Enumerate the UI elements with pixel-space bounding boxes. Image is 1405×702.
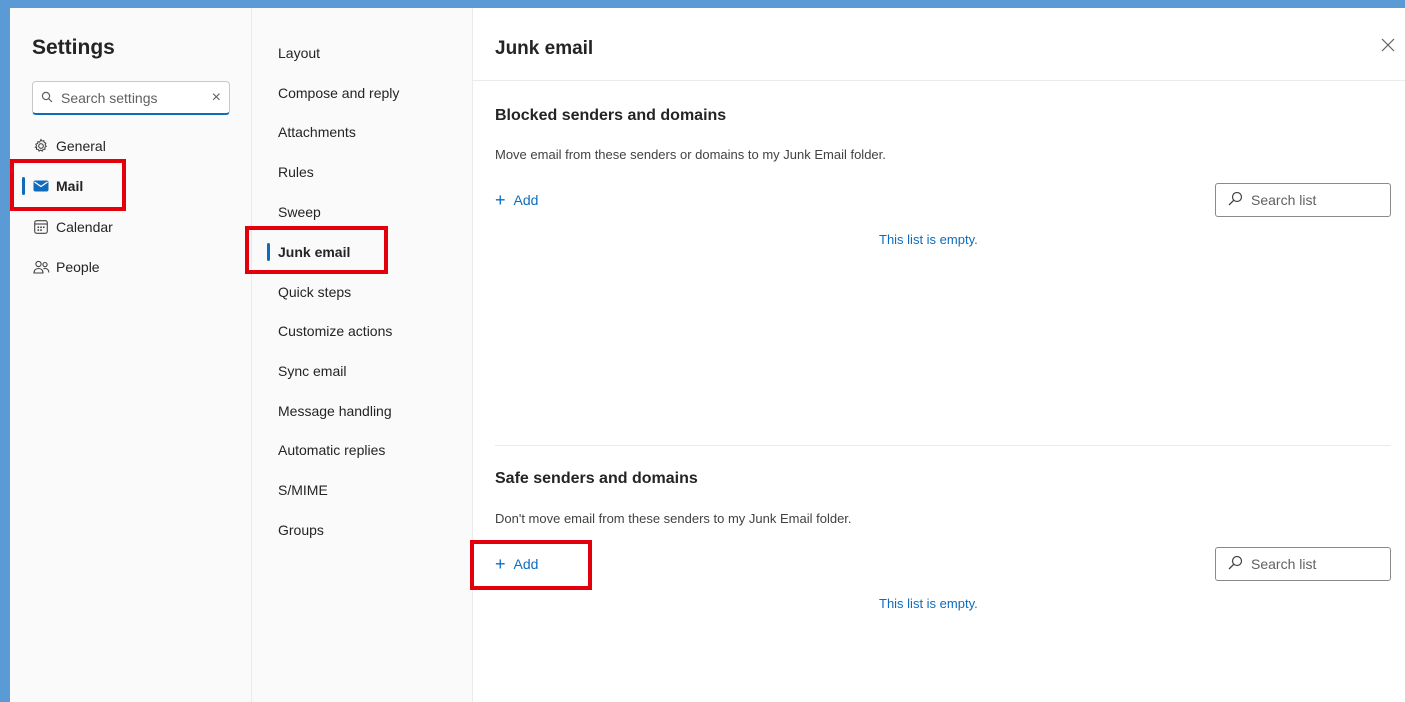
- add-blocked-sender-button[interactable]: + Add: [495, 191, 538, 209]
- add-label: Add: [513, 556, 539, 572]
- submenu-attachments[interactable]: Attachments: [278, 120, 356, 144]
- nav-item-label: People: [56, 259, 100, 275]
- submenu-layout[interactable]: Layout: [278, 41, 320, 65]
- nav-item-people[interactable]: People: [32, 251, 232, 283]
- nav-item-general[interactable]: General: [32, 130, 232, 162]
- search-settings-input[interactable]: [61, 89, 212, 106]
- submenu-sync-email[interactable]: Sync email: [278, 359, 346, 383]
- submenu-compose-and-reply[interactable]: Compose and reply: [278, 81, 399, 105]
- submenu-groups[interactable]: Groups: [278, 518, 324, 542]
- plus-icon: +: [495, 190, 506, 210]
- nav-item-label: Mail: [56, 178, 84, 194]
- page-title: Junk email: [495, 38, 594, 59]
- submenu-junk-email[interactable]: Junk email: [267, 240, 351, 264]
- safe-senders-description: Don't move email from these senders to m…: [495, 511, 852, 526]
- submenu-sweep[interactable]: Sweep: [278, 200, 321, 224]
- clear-search-icon[interactable]: ×: [212, 89, 221, 106]
- submenu-rules[interactable]: Rules: [278, 160, 314, 184]
- safe-empty-message: This list is empty.: [879, 596, 978, 611]
- close-icon[interactable]: [1381, 34, 1395, 56]
- header-divider: [473, 80, 1405, 81]
- nav-item-calendar[interactable]: Calendar: [32, 211, 232, 243]
- mail-settings-submenu: Layout Compose and reply Attachments Rul…: [252, 8, 473, 702]
- blocked-senders-description: Move email from these senders or domains…: [495, 147, 886, 162]
- submenu-message-handling[interactable]: Message handling: [278, 399, 392, 423]
- safe-search-list-input[interactable]: [1251, 556, 1381, 572]
- submenu-smime[interactable]: S/MIME: [278, 478, 328, 502]
- submenu-automatic-replies[interactable]: Automatic replies: [278, 438, 385, 462]
- settings-title: Settings: [32, 36, 115, 59]
- settings-dialog: Settings × General Mail Calenda: [10, 8, 1405, 702]
- search-icon: [41, 91, 55, 105]
- people-icon: [32, 258, 50, 276]
- add-label: Add: [513, 192, 539, 208]
- blocked-senders-title: Blocked senders and domains: [495, 107, 727, 124]
- gear-icon: [32, 137, 50, 155]
- search-icon: [1228, 555, 1243, 573]
- plus-icon: +: [495, 554, 506, 574]
- junk-email-panel: Junk email Blocked senders and domains M…: [473, 8, 1405, 702]
- blocked-search-list-box[interactable]: [1215, 183, 1391, 217]
- active-indicator: [267, 243, 270, 261]
- search-settings-box[interactable]: ×: [32, 81, 230, 115]
- blocked-empty-message: This list is empty.: [879, 232, 978, 247]
- search-icon: [1228, 191, 1243, 209]
- settings-sidebar: Settings × General Mail Calenda: [10, 8, 252, 702]
- nav-item-label: General: [56, 138, 106, 154]
- nav-item-mail[interactable]: Mail: [22, 170, 232, 202]
- calendar-icon: [32, 218, 50, 236]
- blocked-search-list-input[interactable]: [1251, 192, 1381, 208]
- section-divider: [495, 445, 1391, 446]
- submenu-label: Junk email: [278, 244, 351, 260]
- safe-search-list-box[interactable]: [1215, 547, 1391, 581]
- safe-senders-title: Safe senders and domains: [495, 470, 698, 487]
- add-safe-sender-button[interactable]: + Add: [495, 555, 538, 573]
- submenu-customize-actions[interactable]: Customize actions: [278, 319, 392, 343]
- active-indicator: [22, 177, 25, 195]
- submenu-quick-steps[interactable]: Quick steps: [278, 280, 351, 304]
- mail-icon: [32, 177, 50, 195]
- nav-item-label: Calendar: [56, 219, 113, 235]
